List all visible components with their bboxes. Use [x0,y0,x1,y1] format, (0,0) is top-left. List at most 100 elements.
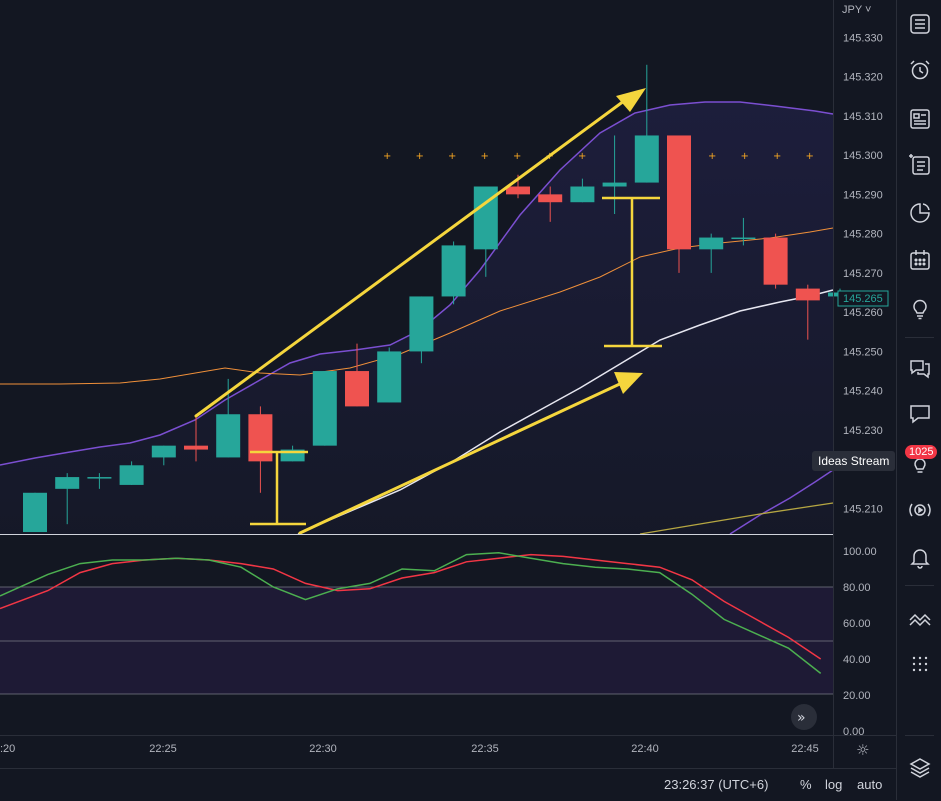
price-tick-label: 145.240 [843,386,883,398]
candle [441,241,466,305]
candle-body [312,371,337,446]
plus-marker: + [383,151,391,162]
watchlist-icon [909,14,930,34]
plus-marker: + [513,151,521,162]
price-tick-label: 145.270 [843,268,883,280]
candle-body [377,351,402,403]
sidebar-item-object-tree[interactable] [897,645,941,685]
time-tick-label: 22:35 [471,743,499,755]
price-tick-label: 145.210 [843,503,883,515]
candle-body [763,237,788,285]
sidebar-item-alerts[interactable] [897,50,941,90]
sidebar-item-streams[interactable] [897,490,941,530]
clock[interactable]: 23:26:37 (UTC+6) [664,769,768,801]
candle-body [345,371,369,407]
time-tick-label: 22:45 [791,743,819,755]
currency-label: JPY [842,4,862,16]
price-tick-label: 145.260 [843,307,883,319]
chat-icon [909,405,930,424]
data-window-icon [908,154,930,175]
auto-scale-toggle[interactable]: auto [857,769,882,801]
time-tick-label: 22:30 [309,743,337,755]
chevron-down-icon: ˅ [861,4,872,16]
dots-grid-icon [912,656,927,672]
candle [23,492,47,533]
candle-body [87,477,112,479]
candle-body [55,477,80,489]
candle-body [699,237,724,250]
trend-icon [908,613,931,627]
lightbulb-icon [912,299,927,320]
candle-body [151,445,176,458]
oscillator-band [0,587,833,694]
candle-body [602,182,627,187]
price-tick-label: 145.300 [843,150,883,162]
currency-selector[interactable]: JPY ˅ [842,4,871,16]
log-scale-toggle[interactable]: log [825,769,842,801]
notifications-bell-icon [909,549,930,569]
current-price-tag: 145.265 [843,293,883,305]
candle [763,233,788,289]
right-sidebar [896,0,941,800]
sidebar-item-layers[interactable] [897,748,941,788]
price-tick-label: 145.290 [843,189,883,201]
time-tick-label: 22:40 [631,743,659,755]
plus-marker: + [708,151,716,162]
streams-icon [908,503,931,517]
candle-body [667,135,691,250]
bottom-toolbar: 23:26:37 (UTC+6) % log auto [0,768,896,801]
oscillator-axis-ticks: 100.00 80.00 60.00 40.00 20.00 0.00 [843,546,877,738]
ideas-stream-badge: 1025 [905,445,938,459]
price-tick-label: 145.230 [843,425,883,437]
candle-body [409,296,434,352]
price-tick-label: 145.330 [843,32,883,44]
oscillator-tick-label: 20.00 [843,690,871,702]
sidebar-item-ideas[interactable] [897,288,941,328]
oscillator-tick-label: 80.00 [843,582,871,594]
plus-marker: + [481,151,489,162]
sidebar-item-watchlist[interactable] [897,4,941,44]
candle [312,371,337,446]
percent-scale-toggle[interactable]: % [800,769,812,801]
price-chart[interactable]: +++++++++++ 145.330145.320145.310145.300… [0,0,896,800]
candle-body [538,194,563,203]
sidebar-item-data-window[interactable] [897,145,941,185]
candle-body [795,288,820,301]
hotlist-icon [909,203,930,223]
price-axis-ticks: 145.330 145.320 145.310 145.300 145.290 145.2… [843,32,883,515]
settings-gear-icon[interactable]: ☼ [856,741,869,759]
chats-icon [909,360,930,379]
oscillator-tick-label: 60.00 [843,618,871,630]
sidebar-item-calendar[interactable] [897,240,941,280]
candle-body [731,237,756,240]
plus-marker: + [806,151,814,162]
sidebar-item-notifications[interactable] [897,537,941,577]
price-tick-label: 145.310 [843,111,883,123]
oscillator-tick-label: 40.00 [843,654,871,666]
candle-body [119,465,144,485]
sidebar-item-chats[interactable] [897,348,941,388]
price-tick-label: 145.320 [843,72,883,84]
plus-marker: + [773,151,781,162]
sidebar-item-chat[interactable] [897,394,941,434]
candle-body [216,414,241,458]
double-chevron-right-icon: » [797,710,806,726]
sidebar-item-hotlists[interactable] [897,193,941,233]
candle-body [184,445,208,450]
plus-marker: + [416,151,424,162]
layers-icon [908,758,931,778]
time-tick-label: :20 [0,743,15,755]
alarm-clock-icon [909,60,930,80]
calendar-icon [909,250,930,270]
oscillator-tick-label: 100.00 [843,546,877,558]
plus-marker: + [741,151,749,162]
candle [377,347,402,403]
sidebar-item-news[interactable] [897,99,941,139]
candle-body [248,414,273,462]
candle-body [570,186,595,203]
plus-marker: + [578,151,586,162]
sidebar-item-trading[interactable] [897,598,941,638]
candle-body [634,135,659,183]
time-axis-ticks: :20 22:25 22:30 22:35 22:40 22:45 [0,743,819,755]
ideas-stream-tooltip: Ideas Stream [812,451,896,471]
